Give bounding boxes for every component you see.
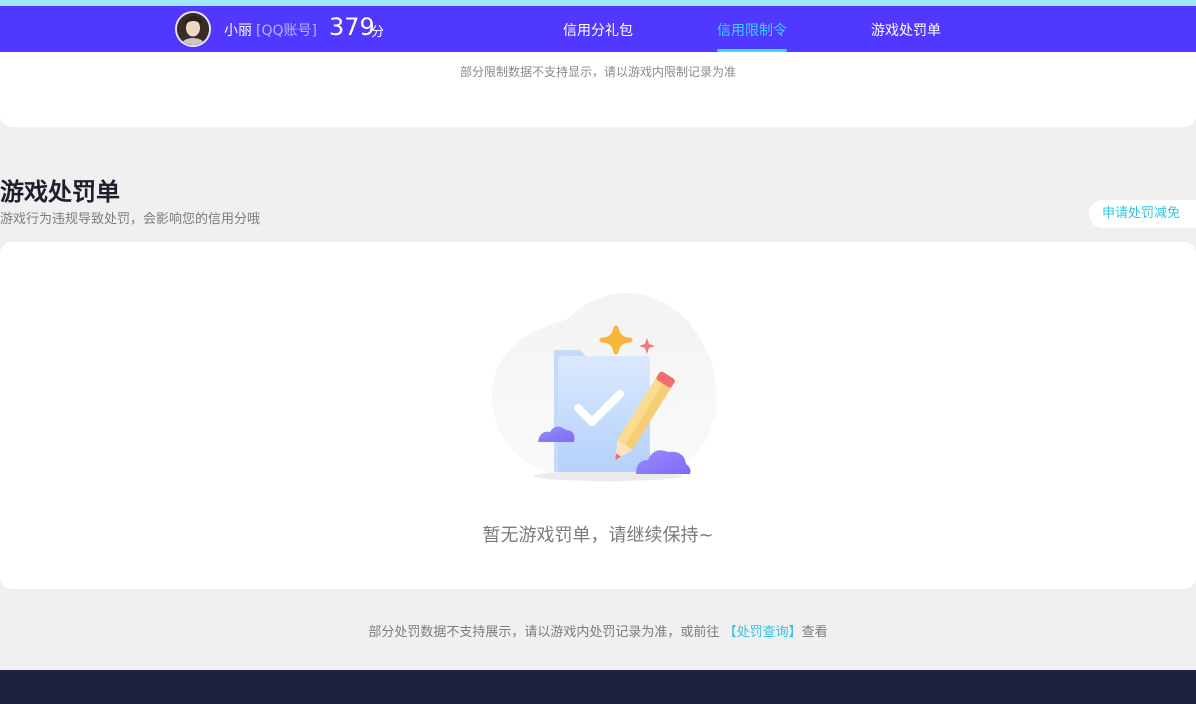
bottom-note: 部分处罚数据不支持展示，请以游戏内处罚记录为准，或前往 【处罚查询】查看	[0, 621, 1196, 640]
penalty-card: 暂无游戏罚单，请继续保持~	[0, 242, 1196, 589]
limit-card: 部分限制数据不支持显示，请以游戏内限制记录为准	[0, 52, 1196, 127]
empty-state-text: 暂无游戏罚单，请继续保持~	[482, 525, 714, 546]
account-type: [QQ账号]	[256, 23, 317, 39]
tab-game-penalty[interactable]: 游戏处罚单	[871, 20, 941, 52]
user-name: 小丽	[224, 23, 252, 39]
apply-reduction-button[interactable]: 申请处罚减免	[1089, 200, 1196, 228]
empty-folder-pencil-illustration	[488, 290, 720, 500]
credit-score: 379	[329, 13, 375, 41]
footer	[0, 670, 1196, 704]
penalty-query-link[interactable]: 【处罚查询】	[724, 625, 802, 640]
limit-note: 部分限制数据不支持显示，请以游戏内限制记录为准	[459, 65, 736, 79]
section-title: 游戏处罚单	[0, 178, 120, 206]
tab-credit-limit[interactable]: 信用限制令	[717, 20, 787, 52]
bottom-note-prefix: 部分处罚数据不支持展示，请以游戏内处罚记录为准，或前往	[368, 625, 720, 640]
tab-credit-gift[interactable]: 信用分礼包	[563, 20, 633, 52]
header-bar: 小丽 [QQ账号] 379 分 信用分礼包 信用限制令 游戏处罚单	[0, 6, 1196, 52]
bottom-note-suffix: 查看	[801, 625, 828, 640]
section-description: 游戏行为违规导致处罚，会影响您的信用分哦	[0, 212, 261, 227]
avatar[interactable]	[175, 11, 211, 47]
score-unit: 分	[371, 25, 385, 40]
